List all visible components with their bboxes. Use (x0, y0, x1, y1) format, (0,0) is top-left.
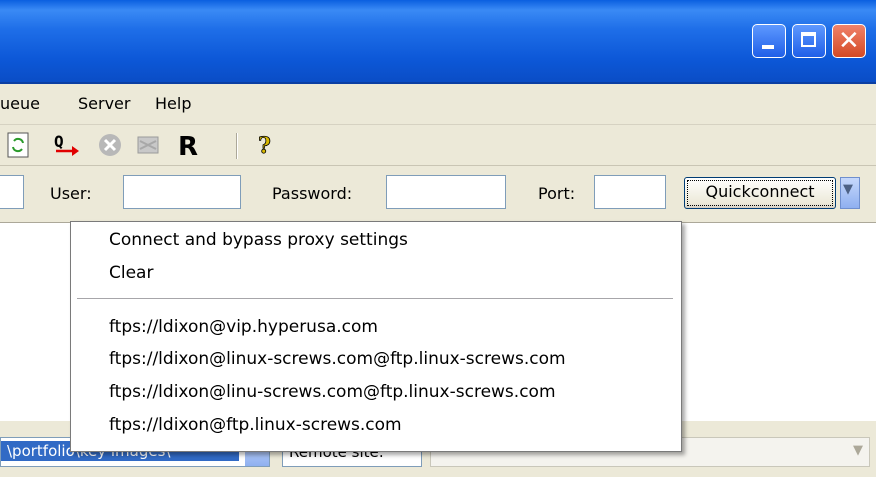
maximize-icon (801, 32, 816, 47)
minimize-button[interactable] (752, 24, 786, 58)
reconnect-icon[interactable]: R (176, 131, 204, 159)
quickconnect-dropdown-button[interactable]: ▼ (840, 177, 860, 209)
menu-bar: ueue Server Help (0, 84, 876, 125)
svg-text:R: R (178, 132, 198, 159)
toolbar-separator (236, 133, 238, 159)
quickconnect-bar: User: Password: Port: Quickconnect ▼ (0, 166, 876, 223)
user-label: User: (50, 184, 92, 203)
close-button[interactable]: ✕ (832, 24, 866, 58)
disconnect-icon[interactable] (134, 131, 164, 159)
refresh-icon[interactable] (6, 131, 32, 159)
host-input[interactable] (0, 175, 24, 209)
history-item[interactable]: ftps://ldixon@vip.hyperusa.com (109, 317, 378, 337)
menu-queue[interactable]: ueue (0, 84, 40, 124)
menu-server[interactable]: Server (78, 84, 130, 124)
password-input[interactable] (386, 175, 506, 209)
menu-item-connect-bypass-proxy[interactable]: Connect and bypass proxy settings (109, 230, 408, 250)
toolbar: Q R ? (0, 125, 876, 166)
svg-text:?: ? (258, 133, 271, 159)
process-queue-icon[interactable]: Q (52, 131, 86, 159)
user-input[interactable] (123, 175, 241, 209)
menu-item-clear[interactable]: Clear (109, 263, 153, 283)
port-label: Port: (538, 184, 576, 203)
cancel-icon[interactable] (96, 131, 124, 159)
quickconnect-button[interactable]: Quickconnect (684, 177, 836, 209)
close-icon: ✕ (838, 26, 860, 56)
menu-separator (77, 298, 673, 300)
quickconnect-dropdown-menu: Connect and bypass proxy settings Clear … (70, 221, 682, 452)
chevron-down-icon: ▼ (843, 182, 853, 197)
history-item[interactable]: ftps://ldixon@linu-screws.com@ftp.linux-… (109, 382, 556, 402)
title-bar: ✕ (0, 0, 876, 84)
history-item[interactable]: ftps://ldixon@ftp.linux-screws.com (109, 415, 402, 435)
chevron-down-icon: ▼ (853, 443, 863, 458)
help-icon[interactable]: ? (254, 131, 280, 159)
svg-text:Q: Q (54, 132, 64, 151)
history-item[interactable]: ftps://ldixon@linux-screws.com@ftp.linux… (109, 349, 566, 369)
maximize-button[interactable] (792, 24, 826, 58)
menu-help[interactable]: Help (155, 84, 191, 124)
password-label: Password: (272, 184, 353, 203)
port-input[interactable] (594, 175, 666, 209)
minimize-icon (762, 45, 774, 49)
